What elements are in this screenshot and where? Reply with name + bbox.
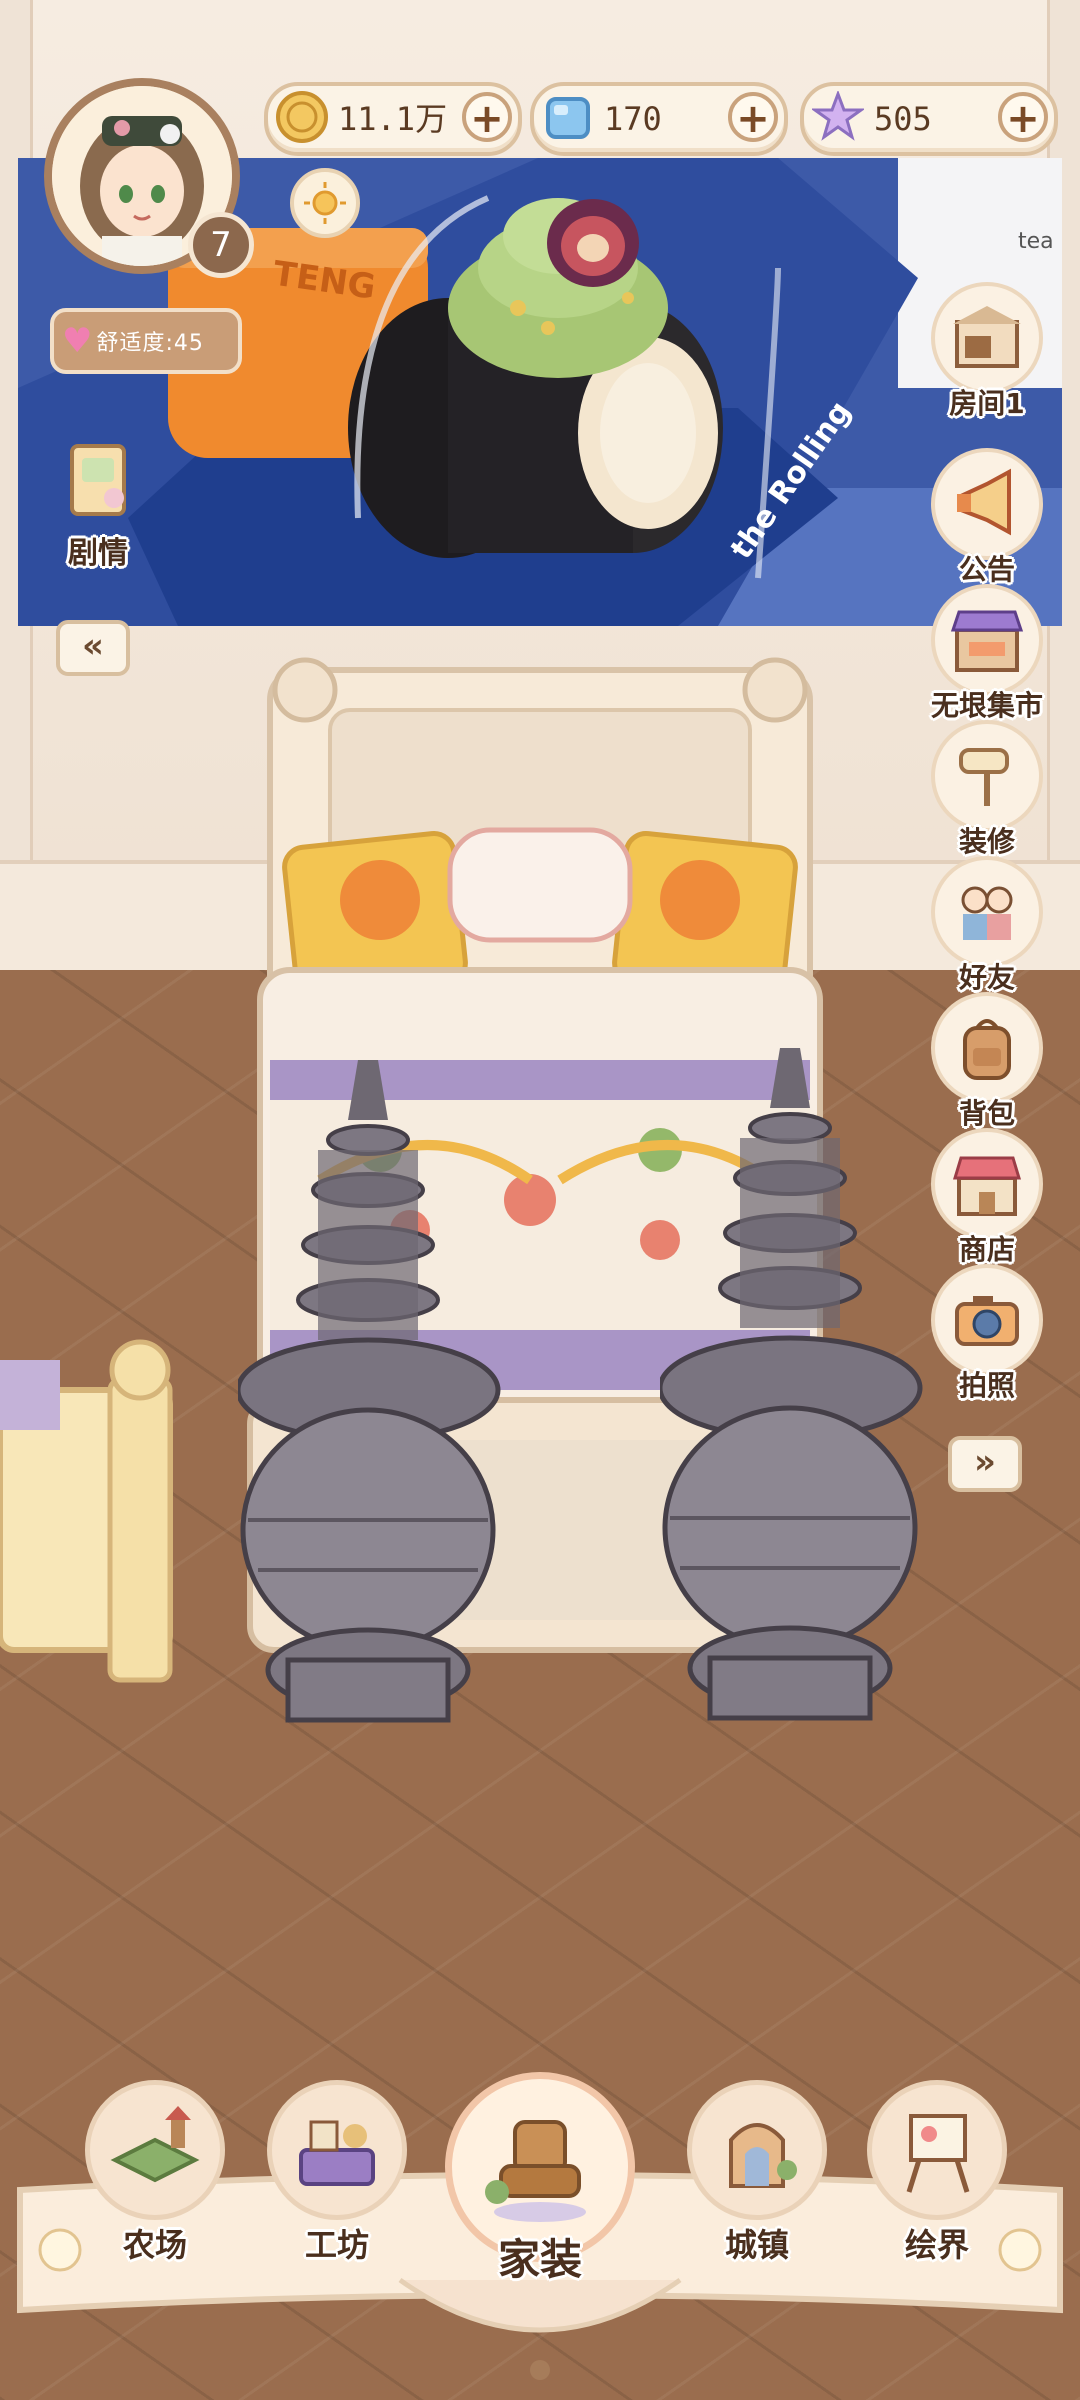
- nav-town[interactable]: 城镇: [682, 2080, 832, 2266]
- book-icon: [70, 444, 126, 516]
- side-menu-market-label: 无垠集市: [930, 689, 1043, 722]
- coins-value: 11.1万: [338, 100, 448, 138]
- stars-counter: 505 +: [800, 82, 1058, 156]
- gems-value: 170: [604, 100, 662, 138]
- expand-right-button[interactable]: »: [948, 1436, 1022, 1492]
- side-menu-decorate-label: 装修: [958, 825, 1015, 858]
- nav-workshop-label: 工坊: [304, 2226, 369, 2264]
- shop-icon: [931, 1128, 1043, 1240]
- story-button[interactable]: 剧情: [48, 440, 148, 571]
- side-menu-room[interactable]: 房间1: [922, 282, 1052, 420]
- town-gate-icon: [687, 2080, 827, 2220]
- side-menu-shop-label: 商店: [958, 1233, 1015, 1266]
- heart-icon: ♥: [62, 321, 93, 361]
- pagoda-vase-right[interactable]: [660, 1048, 930, 1738]
- side-menu-announcement-label: 公告: [958, 553, 1015, 586]
- pagoda-vase-left[interactable]: [238, 1060, 508, 1740]
- side-menu-friends[interactable]: 好友: [922, 856, 1052, 994]
- nav-painting-realm-label: 绘界: [904, 2226, 969, 2264]
- side-menu-market[interactable]: 无垠集市: [922, 584, 1052, 722]
- stars-value: 505: [874, 100, 932, 138]
- ice-cube-icon: [540, 89, 596, 145]
- nav-home-decor-label: 家装: [497, 2235, 582, 2284]
- sun-icon: [304, 182, 346, 224]
- easel-icon: [867, 2080, 1007, 2220]
- player-level-badge: 7: [188, 212, 254, 278]
- side-menu-room-label: 房间1: [949, 387, 1025, 420]
- nav-home-decor[interactable]: 家装: [440, 2072, 640, 2287]
- partial-bed-left[interactable]: [0, 1330, 190, 1730]
- side-menu-announcement[interactable]: 公告: [922, 448, 1052, 586]
- side-menu-backpack[interactable]: 背包: [922, 992, 1052, 1130]
- room-icon: [931, 282, 1043, 394]
- workshop-icon: [267, 2080, 407, 2220]
- gems-counter: 170 +: [530, 82, 788, 156]
- side-menu-shop[interactable]: 商店: [922, 1128, 1052, 1266]
- banner-corner-text: tea: [1018, 229, 1054, 254]
- side-menu-backpack-label: 背包: [958, 1097, 1015, 1130]
- nav-town-label: 城镇: [724, 2226, 789, 2264]
- paint-roller-icon: [931, 720, 1043, 832]
- nav-workshop[interactable]: 工坊: [262, 2080, 412, 2266]
- coin-icon: [274, 89, 330, 145]
- side-menu-friends-label: 好友: [958, 961, 1015, 994]
- side-menu-photo-label: 拍照: [958, 1369, 1015, 1402]
- camera-icon: [931, 1264, 1043, 1376]
- friends-icon: [931, 856, 1043, 968]
- market-stall-icon: [931, 584, 1043, 696]
- story-label: 剧情: [68, 536, 128, 571]
- side-menu-decorate[interactable]: 装修: [922, 720, 1052, 858]
- add-coins-button[interactable]: +: [462, 92, 512, 142]
- farm-icon: [85, 2080, 225, 2220]
- bottom-navigation: 农场 工坊 家装 城镇 绘界: [0, 2072, 1080, 2400]
- side-menu-photo[interactable]: 拍照: [922, 1264, 1052, 1402]
- weather-button[interactable]: [290, 168, 360, 238]
- nav-farm[interactable]: 农场: [80, 2080, 230, 2266]
- star-icon: [810, 89, 866, 145]
- add-gems-button[interactable]: +: [728, 92, 778, 142]
- add-stars-button[interactable]: +: [998, 92, 1048, 142]
- comfort-indicator[interactable]: ♥ 舒适度:45: [50, 308, 242, 374]
- backpack-icon: [931, 992, 1043, 1104]
- comfort-label: 舒适度:45: [96, 331, 204, 356]
- nav-farm-label: 农场: [122, 2226, 187, 2264]
- nav-painting-realm[interactable]: 绘界: [862, 2080, 1012, 2266]
- megaphone-icon: [931, 448, 1043, 560]
- collapse-left-button[interactable]: «: [56, 620, 130, 676]
- coins-counter: 11.1万 +: [264, 82, 522, 156]
